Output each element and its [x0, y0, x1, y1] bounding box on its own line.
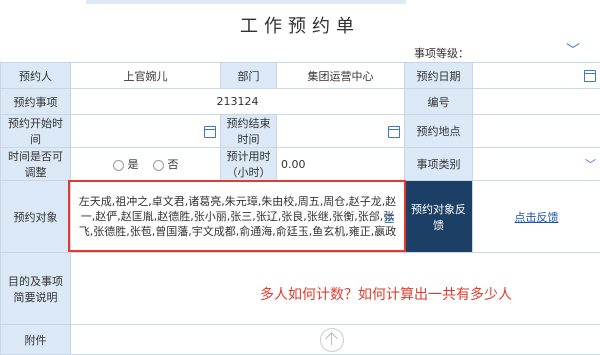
item-label: 预约事项 [1, 89, 71, 115]
level-label: 事项等级： [414, 45, 469, 61]
feedback-label: 预约对象反馈 [405, 181, 473, 253]
time-adjustable-radios: 是 否 [71, 148, 221, 181]
place-field[interactable] [473, 115, 600, 148]
number-label: 编号 [405, 89, 473, 115]
chevron-down-icon[interactable]: ﹀ [566, 40, 580, 60]
annotation-text: 多人如何计数？如何计算出一共有多少人 [260, 284, 512, 304]
duration-field[interactable]: 0.00 [277, 148, 405, 181]
dept-field[interactable]: 集团运营中心 [277, 63, 405, 89]
date-field[interactable] [473, 63, 600, 89]
upload-icon[interactable] [320, 328, 344, 352]
radio-yes[interactable] [113, 160, 124, 171]
top-accent-bar [86, 0, 406, 4]
appointment-form: 预约人 上官婉儿 部门 集团运营中心 预约日期 预约事项 213124 编号 预… [0, 62, 600, 355]
place-label: 预约地点 [405, 115, 473, 148]
attachment-label: 附件 [1, 325, 71, 355]
dept-label: 部门 [221, 63, 277, 89]
calendar-icon[interactable] [388, 126, 400, 138]
chevron-down-icon[interactable]: ﹀ [585, 158, 596, 171]
page-title: 工作预约单 [0, 12, 600, 38]
end-time-field[interactable] [277, 115, 405, 148]
end-time-label: 预约结束时间 [221, 115, 277, 148]
start-time-field[interactable] [71, 115, 221, 148]
item-field[interactable]: 213124 [71, 89, 405, 115]
purpose-label: 目的及事项简要说明 [1, 253, 71, 325]
duration-label: 预计用时（小时） [221, 148, 277, 181]
radio-yes-label: 是 [128, 158, 139, 171]
level-row: 事项等级： ﹀ [0, 40, 600, 62]
calendar-icon[interactable] [584, 70, 596, 82]
time-adjustable-label: 时间是否可调整 [1, 148, 71, 181]
date-label: 预约日期 [405, 63, 473, 89]
target-label: 预约对象 [1, 181, 71, 253]
category-label: 事项类别 [405, 148, 473, 181]
appointee-label: 预约人 [1, 63, 71, 89]
feedback-cell: 点击反馈 [473, 181, 600, 253]
number-field[interactable] [473, 89, 600, 115]
list-icon[interactable]: ☰ [384, 212, 395, 226]
category-select[interactable]: ﹀ [473, 148, 600, 181]
calendar-icon[interactable] [204, 126, 216, 138]
radio-no[interactable] [153, 160, 164, 171]
appointee-field[interactable]: 上官婉儿 [71, 63, 221, 89]
target-names[interactable]: 左天成,祖冲之,卓文君,诸葛亮,朱元璋,朱由校,周五,周仓,赵子龙,赵一,赵俨,… [71, 181, 405, 253]
start-time-label: 预约开始时间 [1, 115, 71, 148]
radio-no-label: 否 [168, 158, 179, 171]
feedback-link[interactable]: 点击反馈 [515, 211, 559, 224]
